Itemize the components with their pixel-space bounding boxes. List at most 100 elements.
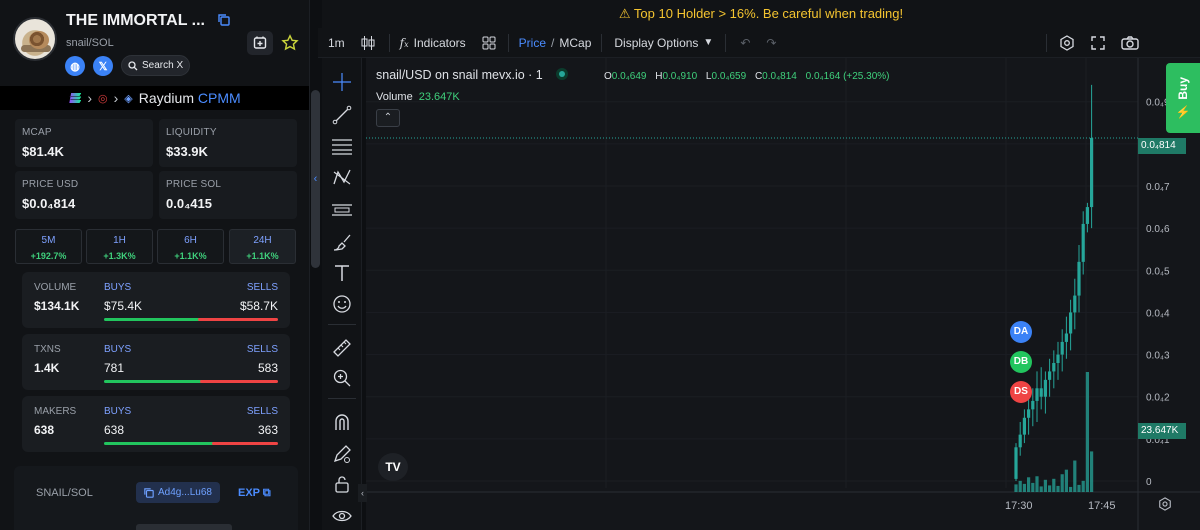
fullscreen-button[interactable] xyxy=(1091,35,1106,50)
sell-ratio-bar xyxy=(200,380,278,383)
crosshair-icon xyxy=(333,73,351,91)
volume-bar xyxy=(1069,486,1073,492)
twitter-link[interactable]: 𝕏 xyxy=(93,56,113,76)
text-tool[interactable] xyxy=(330,261,354,285)
candle-body xyxy=(1048,371,1052,380)
fib-tool[interactable] xyxy=(330,134,354,158)
caret-down-icon: ▼ xyxy=(703,37,714,48)
buys-value: 781 xyxy=(104,361,125,375)
interval-button[interactable]: 1m xyxy=(328,36,345,50)
last-price-tag: 0.0₄814 xyxy=(1138,138,1186,154)
layouts-button[interactable] xyxy=(482,36,496,50)
price-chart[interactable]: 0.0₄90.0₄80.0₄70.0₄60.0₄50.0₄40.0₄30.0₄2… xyxy=(366,58,1200,530)
marker-db[interactable]: DB xyxy=(1010,351,1032,373)
metric-label: TXNS xyxy=(34,344,61,355)
undo-button[interactable]: ↶ xyxy=(740,36,750,50)
buys-value: 638 xyxy=(104,423,125,437)
buy-button[interactable]: Buy ⚡ xyxy=(1166,63,1200,133)
volume-bar xyxy=(1022,483,1026,492)
y-tick-label: 0.0₄3 xyxy=(1146,351,1170,362)
visibility-tool[interactable] xyxy=(330,504,354,528)
website-link[interactable]: ◍ xyxy=(65,56,85,76)
brush-tool[interactable] xyxy=(330,230,354,254)
ruler-icon xyxy=(333,339,351,357)
timeframe-1h[interactable]: 1H +1.3K% xyxy=(86,229,153,264)
copy-icon xyxy=(144,487,154,498)
timeframe-6h[interactable]: 6H +1.1K% xyxy=(157,229,224,264)
timeframe-24h[interactable]: 24H +1.1K% xyxy=(229,229,296,264)
warning-banner: ⚠ Top 10 Holder > 16%. Be careful when t… xyxy=(322,0,1200,28)
marker-da[interactable]: DA xyxy=(1010,321,1032,343)
forecast-tool[interactable] xyxy=(330,198,354,222)
open-value: 0.0₄649 xyxy=(611,71,647,82)
toggle-drawbar-button[interactable]: ‹ xyxy=(358,484,367,502)
display-options-button[interactable]: Display Options ▼ xyxy=(614,36,713,50)
globe-icon: ◍ xyxy=(70,60,80,73)
volume-bar xyxy=(1081,480,1085,492)
axis-settings-button[interactable] xyxy=(1158,497,1172,516)
copy-name-icon[interactable] xyxy=(218,14,230,26)
zoom-tool[interactable] xyxy=(330,366,354,390)
timeframe-5m[interactable]: 5M +192.7% xyxy=(15,229,82,264)
x-tick-label: 17:45 xyxy=(1088,500,1116,512)
lock-tool[interactable] xyxy=(330,472,354,496)
favorite-button[interactable] xyxy=(277,31,303,55)
y-tick-label: 0.0₄7 xyxy=(1146,182,1170,193)
indicators-button[interactable]: fx Indicators xyxy=(400,36,466,50)
metric-makers: MAKERS 638 BUYS 638 SELLS 363 xyxy=(22,396,290,452)
chart-settings-button[interactable] xyxy=(1059,34,1075,51)
secondary-address[interactable] xyxy=(136,524,232,530)
metric-volume: VOLUME $134.1K BUYS $75.4K SELLS $58.7K xyxy=(22,272,290,328)
screenshot-button[interactable] xyxy=(1121,35,1140,50)
volume-bar xyxy=(1043,479,1047,492)
search-x-button[interactable]: Search X xyxy=(121,55,191,76)
chart-canvas[interactable]: 0.0₄90.0₄80.0₄70.0₄60.0₄50.0₄40.0₄30.0₄2… xyxy=(366,58,1200,530)
chart-toolbar: 1m fx Indicators Price / MCap Display Op… xyxy=(318,28,1200,58)
candles-icon xyxy=(361,35,375,50)
buy-label: Buy xyxy=(1176,76,1190,100)
collapse-legend-button[interactable]: ⌃ xyxy=(376,109,400,127)
candle-body xyxy=(1022,417,1026,435)
redo-button[interactable]: ↷ xyxy=(766,36,776,50)
sell-ratio-bar xyxy=(198,318,278,321)
tradingview-logo[interactable]: TV xyxy=(378,453,408,481)
price-toggle[interactable]: Price xyxy=(519,36,546,50)
explorer-link[interactable]: EXP ⧉ xyxy=(238,487,271,500)
candle-body xyxy=(1090,137,1094,208)
x-tick-label: 17:30 xyxy=(1005,500,1033,512)
token-panel: THE IMMORTAL ... snail/SOL ◍ 𝕏 Search X … xyxy=(0,0,310,530)
text-icon xyxy=(335,265,349,281)
lightning-icon: ⚡ xyxy=(1175,105,1191,120)
stay-in-drawing-tool[interactable] xyxy=(330,442,354,466)
crosshair-tool[interactable] xyxy=(330,70,354,94)
pair-label: SNAIL/SOL xyxy=(36,487,93,499)
marker-ds[interactable]: DS xyxy=(1010,381,1032,403)
trendline-tool[interactable] xyxy=(330,103,354,127)
copy-address-button[interactable]: Ad4g...Lu68 xyxy=(136,482,220,503)
y-tick-label: 0.0₄4 xyxy=(1146,308,1170,319)
measure-tool[interactable] xyxy=(330,336,354,360)
sells-label: SELLS xyxy=(246,282,278,293)
chart-type-button[interactable] xyxy=(361,35,375,51)
buys-label: BUYS xyxy=(104,344,132,355)
add-to-list-button[interactable] xyxy=(247,31,273,55)
candle-body xyxy=(1073,295,1077,313)
chevron-up-icon: ⌃ xyxy=(383,112,393,123)
candle-body xyxy=(1052,363,1056,372)
price-mcap-toggle[interactable]: Price / MCap xyxy=(519,36,592,50)
metric-value: $134.1K xyxy=(34,299,80,313)
emoji-tool[interactable] xyxy=(330,292,354,316)
collapse-panel-button[interactable]: ‹ xyxy=(311,168,320,190)
chevron-right-icon: › xyxy=(87,90,92,106)
raydium-icon: ◈ xyxy=(124,92,133,105)
buy-ratio-bar xyxy=(104,442,220,445)
buys-label: BUYS xyxy=(104,406,132,417)
stat-price-sol: PRICE SOL 0.0₄415 xyxy=(159,171,297,219)
token-pair: snail/SOL xyxy=(66,37,114,49)
pattern-tool[interactable] xyxy=(330,166,354,190)
pencil-lock-icon xyxy=(333,445,351,463)
magnet-tool[interactable] xyxy=(330,410,354,434)
stat-mcap: MCAP $81.4K xyxy=(15,119,153,167)
solana-icon xyxy=(69,93,82,103)
mcap-toggle[interactable]: MCap xyxy=(559,36,591,50)
